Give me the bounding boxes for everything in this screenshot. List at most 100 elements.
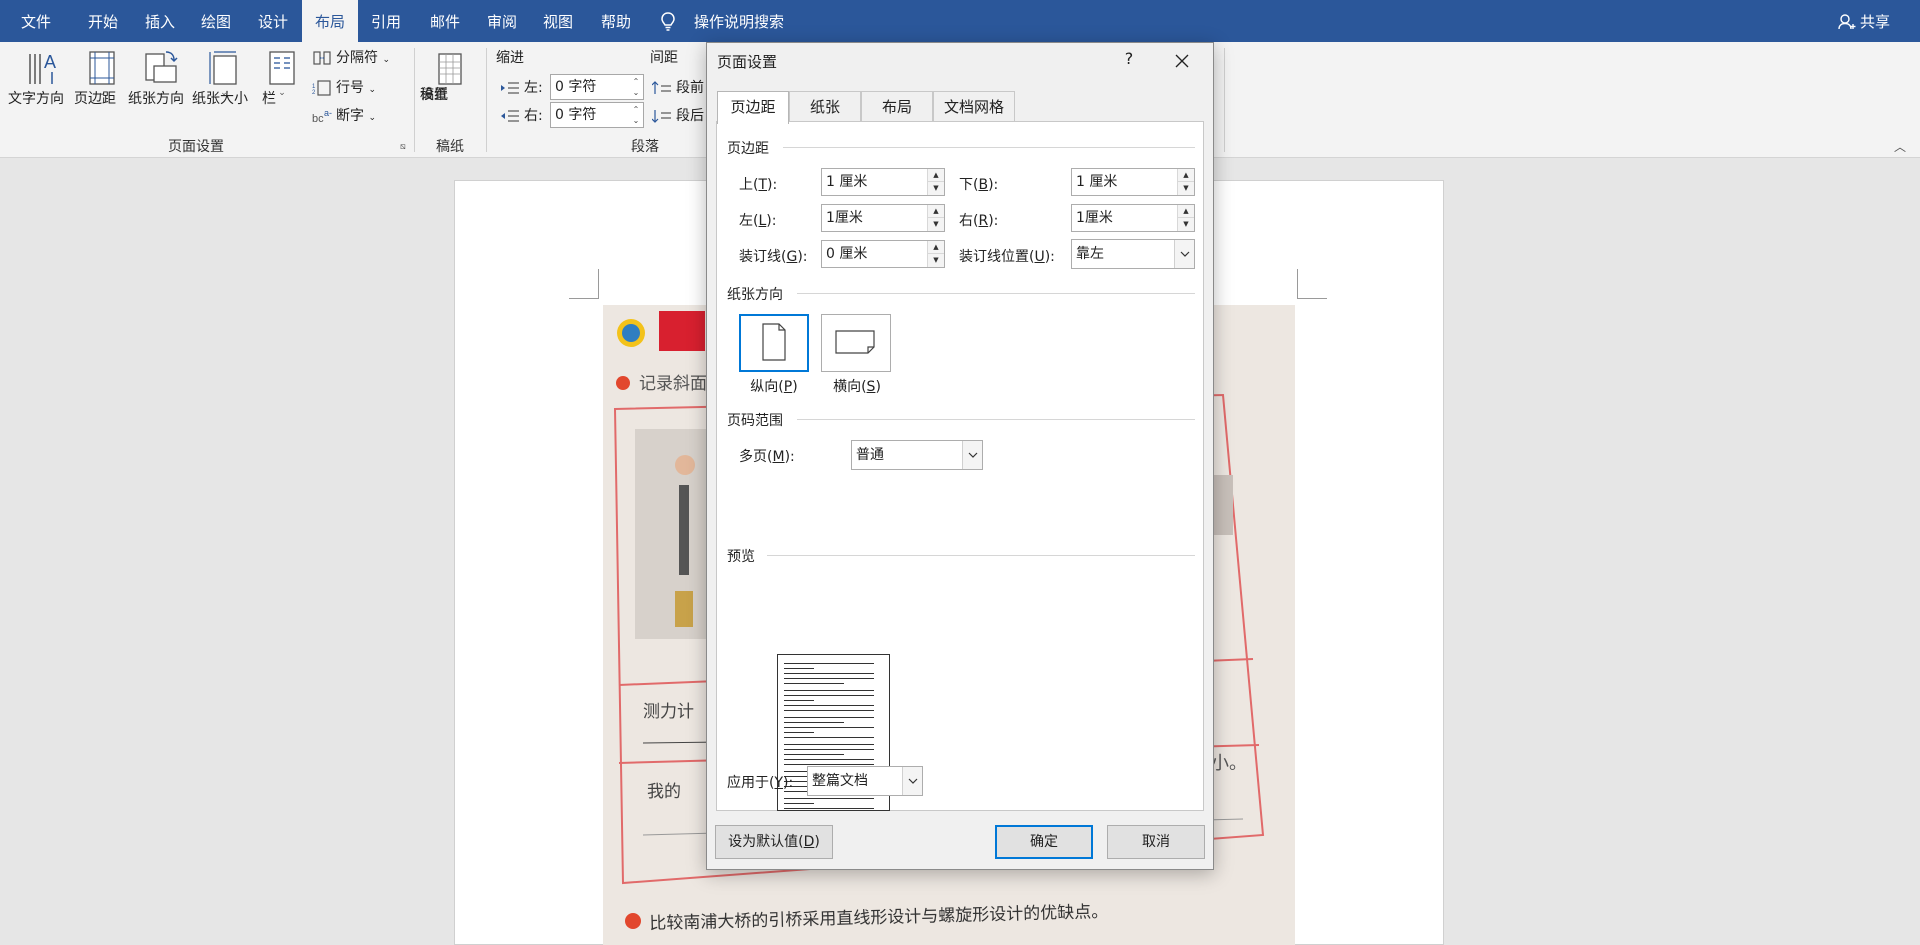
size-label: 纸张大小: [192, 91, 248, 107]
section-divider: [783, 147, 1195, 148]
spin-up-icon[interactable]: ▲: [928, 241, 944, 254]
photo-text-2: 测力计: [643, 702, 694, 722]
landscape-label[interactable]: 横向(S): [817, 376, 897, 396]
tab-help[interactable]: 帮助: [588, 0, 644, 42]
line-numbers-button[interactable]: 1 2 行号 ⌄: [312, 76, 402, 100]
svg-text:A: A: [44, 52, 56, 72]
svg-text:2: 2: [312, 90, 316, 96]
preview-line: [784, 717, 874, 718]
manuscript-settings-button[interactable]: 稿纸 设置: [420, 52, 480, 103]
text-direction-button[interactable]: A 文字方向 ⌄: [8, 48, 76, 107]
close-icon: [1175, 54, 1189, 68]
spin-up-icon[interactable]: ▲: [1178, 205, 1194, 218]
tab-layout-dialog[interactable]: 布局: [861, 91, 933, 121]
preview-line: [784, 759, 874, 760]
spin-buttons[interactable]: ▲ ▼: [1177, 169, 1194, 195]
tab-references[interactable]: 引用: [358, 0, 414, 42]
orientation-section-title: 纸张方向: [727, 287, 783, 303]
preview-line: [784, 710, 874, 711]
indent-left-input[interactable]: 0 字符 ⌃ ⌄: [550, 74, 644, 100]
hyphenation-label: 断字: [336, 108, 364, 124]
tab-document-grid[interactable]: 文档网格: [933, 91, 1015, 121]
multiple-pages-select[interactable]: 普通: [851, 440, 983, 470]
close-button[interactable]: [1169, 49, 1195, 73]
portrait-page-icon: [762, 323, 786, 361]
section-divider: [797, 293, 1195, 294]
group-separator: [414, 48, 415, 152]
left-margin-input[interactable]: 1厘米 ▲ ▼: [821, 204, 945, 232]
orientation-label: 纸张方向: [128, 91, 184, 107]
margins-button[interactable]: 页边距 ⌄: [74, 48, 130, 107]
spin-down-icon[interactable]: ▼: [1178, 182, 1194, 195]
tab-paper[interactable]: 纸张: [789, 91, 861, 121]
section-divider: [767, 555, 1195, 556]
top-margin-input[interactable]: 1 厘米 ▲ ▼: [821, 168, 945, 196]
indent-right-input[interactable]: 0 字符 ⌃ ⌄: [550, 102, 644, 128]
help-button[interactable]: ?: [1119, 49, 1139, 68]
spin-arrows-icon[interactable]: ⌃ ⌄: [631, 76, 641, 98]
preview-line: [784, 764, 874, 765]
preview-line: [784, 727, 874, 728]
spin-down-icon[interactable]: ▼: [928, 218, 944, 231]
manuscript-group-label: 稿纸: [436, 139, 464, 155]
chevron-down-icon[interactable]: [1174, 240, 1194, 268]
tell-me-text: 操作说明搜索: [694, 13, 785, 31]
gutter-position-select[interactable]: 靠左: [1071, 239, 1195, 269]
page-setup-group-label: 页面设置: [168, 139, 224, 155]
tab-mailings[interactable]: 邮件: [416, 0, 474, 42]
indent-right-icon: [501, 110, 519, 122]
title-tab-bar: 文件 开始 插入 绘图 设计 布局 引用 邮件 审阅 视图 帮助 操作说明搜索 …: [0, 0, 1920, 42]
tab-insert[interactable]: 插入: [132, 0, 188, 42]
columns-button[interactable]: 栏 ⌄: [262, 48, 302, 107]
gutter-input[interactable]: 0 厘米 ▲ ▼: [821, 240, 945, 268]
spacing-after-label: 段后: [652, 104, 712, 128]
apply-to-select[interactable]: 整篇文档: [807, 766, 923, 796]
spin-up-icon[interactable]: ▲: [1178, 169, 1194, 182]
tab-file[interactable]: 文件: [8, 0, 64, 42]
hyphenation-button[interactable]: bc a- 断字 ⌄: [312, 104, 402, 128]
apply-to-label: 应用于(Y):: [727, 775, 794, 791]
spin-up-icon[interactable]: ▲: [928, 205, 944, 218]
portrait-label[interactable]: 纵向(P): [734, 376, 814, 396]
bottom-margin-input[interactable]: 1 厘米 ▲ ▼: [1071, 168, 1195, 196]
bottom-margin-label: 下(B):: [959, 177, 999, 193]
portrait-option[interactable]: [739, 314, 809, 372]
spin-buttons[interactable]: ▲ ▼: [927, 241, 944, 267]
chevron-down-icon[interactable]: [902, 767, 922, 795]
right-margin-input[interactable]: 1厘米 ▲ ▼: [1071, 204, 1195, 232]
spacing-before-icon: [652, 81, 671, 94]
breaks-icon: [313, 51, 331, 65]
collapse-ribbon-icon[interactable]: ︿: [1894, 138, 1906, 155]
size-button[interactable]: 纸张大小 ⌄: [192, 48, 256, 107]
set-default-button[interactable]: 设为默认值(D): [715, 825, 833, 859]
paragraph-group-label: 段落: [631, 139, 659, 155]
preview-line: [784, 744, 874, 745]
tab-layout[interactable]: 布局: [302, 0, 358, 42]
spin-buttons[interactable]: ▲ ▼: [927, 205, 944, 231]
left-margin-label: 左(L):: [739, 213, 777, 229]
ok-button[interactable]: 确定: [995, 825, 1093, 859]
cancel-button[interactable]: 取消: [1107, 825, 1205, 859]
breaks-button[interactable]: 分隔符 ⌄: [312, 46, 402, 70]
orientation-button[interactable]: 纸张方向 ⌄: [128, 48, 192, 107]
top-margin-label: 上(T):: [739, 177, 778, 193]
tab-home[interactable]: 开始: [74, 0, 132, 42]
spin-arrows-icon[interactable]: ⌃ ⌄: [631, 104, 641, 126]
preview-line: [784, 754, 844, 755]
tab-margins[interactable]: 页边距: [717, 91, 789, 124]
preview-line: [784, 700, 814, 701]
spin-buttons[interactable]: ▲ ▼: [927, 169, 944, 195]
tab-view[interactable]: 视图: [530, 0, 586, 42]
dialog-launcher-icon[interactable]: ⧅: [400, 142, 410, 152]
spin-down-icon[interactable]: ▼: [1178, 218, 1194, 231]
spin-up-icon[interactable]: ▲: [928, 169, 944, 182]
landscape-option[interactable]: [821, 314, 891, 372]
tab-design[interactable]: 设计: [244, 0, 302, 42]
spin-buttons[interactable]: ▲ ▼: [1177, 205, 1194, 231]
margins-icon: [89, 51, 115, 85]
tab-draw[interactable]: 绘图: [188, 0, 244, 42]
spin-down-icon[interactable]: ▼: [928, 254, 944, 267]
spin-down-icon[interactable]: ▼: [928, 182, 944, 195]
chevron-down-icon[interactable]: [962, 441, 982, 469]
tab-review[interactable]: 审阅: [474, 0, 530, 42]
